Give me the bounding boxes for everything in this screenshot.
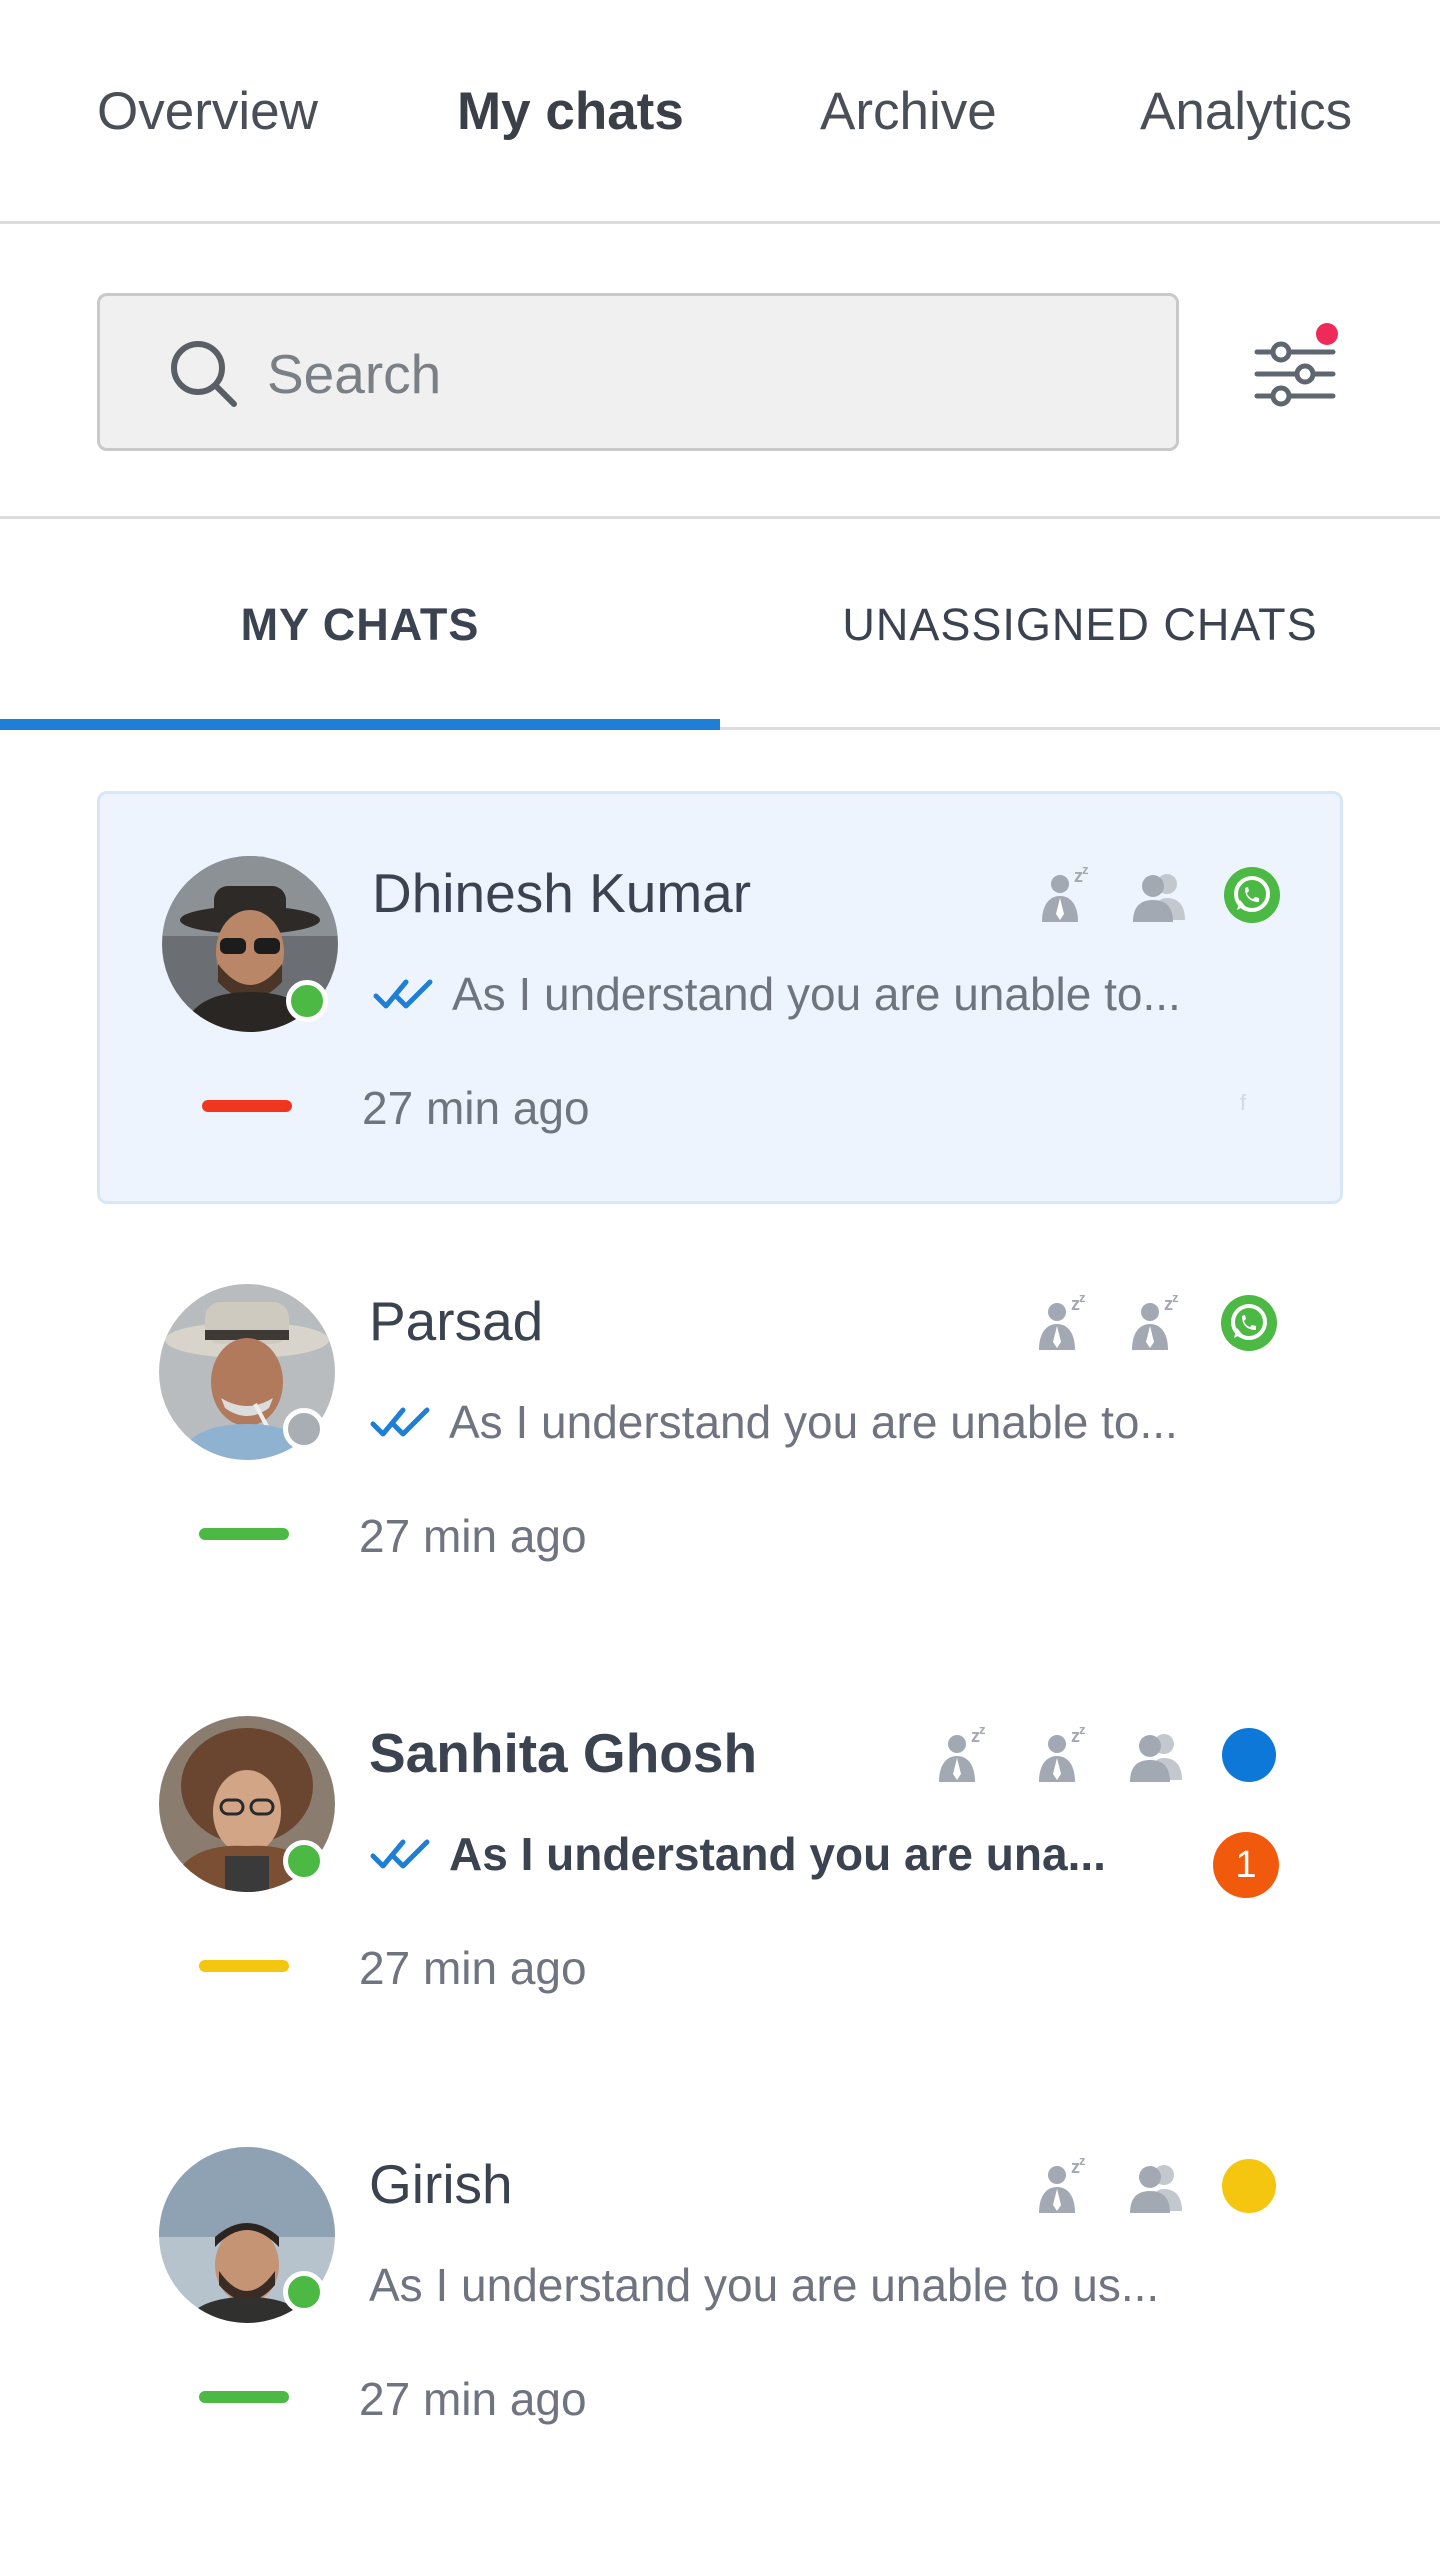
timestamp: 27 min ago	[359, 1942, 587, 1994]
tab-my-chats[interactable]: MY CHATS	[0, 520, 720, 730]
priority-bar-green	[199, 1528, 289, 1540]
timestamp: 27 min ago	[359, 1510, 587, 1562]
status-icons	[97, 1292, 1343, 1356]
users-icon	[1129, 864, 1191, 926]
blue-dot-icon	[1222, 1728, 1276, 1782]
tab-unassigned-chats[interactable]: UNASSIGNED CHATS	[720, 520, 1440, 730]
search-box[interactable]	[97, 293, 1179, 451]
whatsapp-icon	[1221, 864, 1283, 926]
unread-count-badge: 1	[1213, 1832, 1279, 1898]
nav-archive[interactable]: Archive	[820, 80, 997, 144]
search-row	[0, 227, 1440, 519]
nav-analytics[interactable]: Analytics	[1140, 80, 1352, 144]
message-preview-row: As I understand you are unable to us...	[369, 2255, 1159, 2315]
priority-bar-yellow	[199, 1960, 289, 1972]
priority-bar-green	[199, 2391, 289, 2403]
filter-sliders-icon[interactable]	[1245, 322, 1345, 422]
chat-item-dhinesh-kumar[interactable]: Dhinesh Kumar As I understand you are un…	[97, 791, 1343, 1204]
nav-overview[interactable]: Overview	[97, 80, 318, 144]
double-check-icon	[372, 974, 436, 1014]
top-navigation: Overview My chats Archive Analytics	[0, 0, 1440, 224]
snooze-icon	[1033, 2155, 1095, 2217]
snooze-icon	[1126, 1292, 1188, 1354]
notification-dot	[1316, 323, 1338, 345]
users-icon	[1126, 1724, 1188, 1786]
presence-indicator-online	[286, 980, 328, 1022]
presence-indicator-online	[283, 2271, 325, 2313]
double-check-icon	[369, 1402, 433, 1442]
chat-tabs: MY CHATS UNASSIGNED CHATS	[0, 520, 1440, 730]
snooze-icon	[1036, 864, 1098, 926]
chat-item-girish[interactable]: Girish As I understand you are unable to…	[97, 2085, 1343, 2498]
double-check-icon	[369, 1834, 433, 1874]
active-tab-indicator	[0, 719, 720, 730]
message-preview: As I understand you are unable to us...	[369, 2259, 1160, 2311]
message-preview-row: As I understand you are unable to...	[372, 964, 1181, 1024]
whatsapp-icon	[1218, 1292, 1280, 1354]
chat-item-parsad[interactable]: Parsad As I understand you are unable to…	[97, 1222, 1343, 1635]
status-icons	[97, 1724, 1343, 1788]
priority-bar-red	[202, 1100, 292, 1112]
message-preview-row: As I understand you are unable to...	[369, 1392, 1178, 1452]
nav-my-chats[interactable]: My chats	[457, 80, 684, 144]
snooze-icon	[1033, 1292, 1095, 1354]
presence-indicator-offline	[283, 1408, 325, 1450]
yellow-dot-icon	[1222, 2159, 1276, 2213]
users-icon	[1126, 2155, 1188, 2217]
snooze-icon	[933, 1724, 995, 1786]
search-icon	[171, 341, 237, 407]
faint-icon: f	[1240, 1090, 1247, 1115]
snooze-icon	[1033, 1724, 1095, 1786]
message-preview: As I understand you are unable to...	[452, 968, 1181, 1020]
message-preview-row: As I understand you are una...	[369, 1824, 1106, 1884]
status-icons	[100, 864, 1346, 928]
status-icons	[97, 2155, 1343, 2219]
timestamp: 27 min ago	[359, 2373, 587, 2425]
search-input[interactable]	[267, 326, 1127, 422]
message-preview: As I understand you are unable to...	[449, 1396, 1178, 1448]
timestamp: 27 min ago	[362, 1082, 590, 1134]
message-preview: As I understand you are una...	[449, 1828, 1106, 1880]
chat-item-sanhita-ghosh[interactable]: Sanhita Ghosh As I understand you are un…	[97, 1654, 1343, 2067]
presence-indicator-online	[283, 1840, 325, 1882]
